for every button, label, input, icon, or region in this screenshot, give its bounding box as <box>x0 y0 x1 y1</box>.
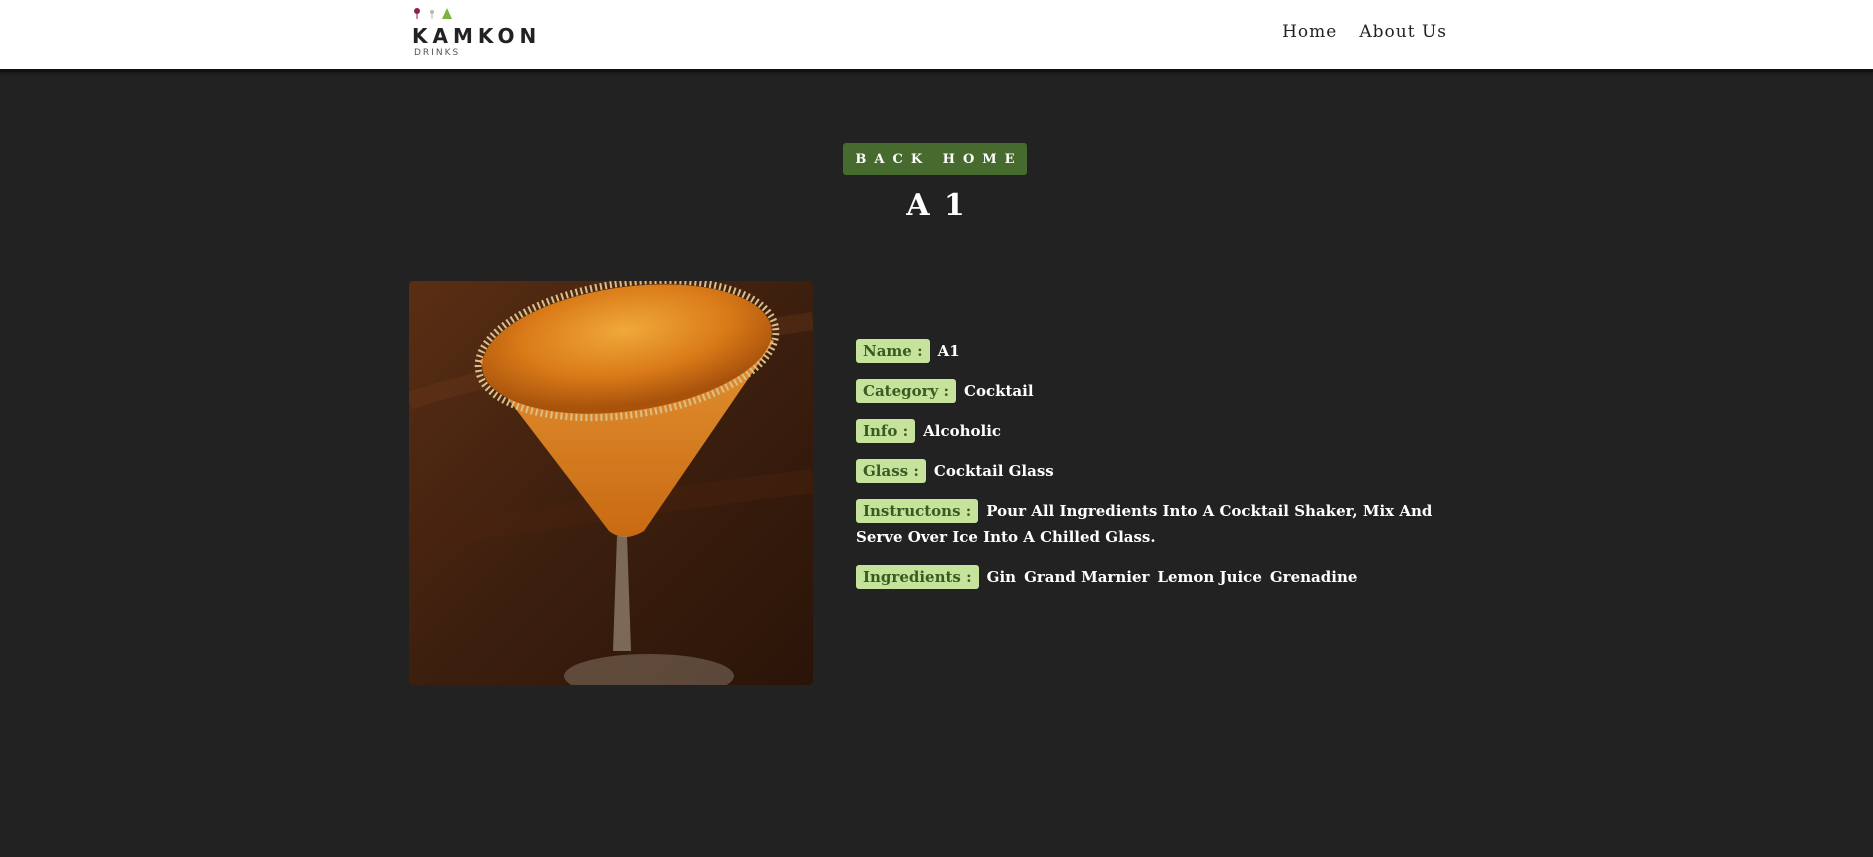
nav-home-link[interactable]: Home <box>1282 22 1337 42</box>
detail-row-glass: Glass : Cocktail Glass <box>856 458 1456 484</box>
ingredient-item: Grenadine <box>1269 568 1358 586</box>
navbar: KAMKON DRINKS Home About Us <box>0 0 1873 72</box>
glass-tag: Glass : <box>856 459 926 483</box>
back-home-button[interactable]: BACK HOME <box>843 143 1027 175</box>
nav-about-link[interactable]: About Us <box>1359 22 1447 42</box>
detail-row-info: Info : Alcoholic <box>856 418 1456 444</box>
category-value: Cocktail <box>964 382 1034 400</box>
name-tag: Name : <box>856 339 930 363</box>
info-tag: Info : <box>856 419 916 443</box>
page-title: A 1 <box>906 188 967 223</box>
logo[interactable]: KAMKON DRINKS <box>412 6 542 62</box>
instructions-tag: Instructons : <box>856 499 979 523</box>
detail-row-instructions: Instructons : Pour All Ingredients Into A… <box>856 498 1456 550</box>
category-tag: Category : <box>856 379 957 403</box>
logo-subtitle: DRINKS <box>414 48 461 58</box>
logo-name: KAMKON <box>412 24 542 48</box>
ingredient-item: Grand Marnier <box>1024 568 1150 586</box>
drink-details: Name : A1 Category : Cocktail Info : Alcoho… <box>856 338 1456 604</box>
glass-value: Cocktail Glass <box>933 462 1054 480</box>
detail-row-category: Category : Cocktail <box>856 378 1456 404</box>
ingredient-item: Lemon Juice <box>1157 568 1262 586</box>
ingredient-item: Gin <box>986 568 1017 586</box>
info-value: Alcoholic <box>923 422 1002 440</box>
name-value: A1 <box>937 342 960 360</box>
drink-photo <box>409 281 813 685</box>
logo-drink-icons <box>414 8 452 19</box>
ingredients-tag: Ingredients : <box>856 565 979 589</box>
nav-links: Home About Us <box>1282 22 1447 42</box>
detail-row-name: Name : A1 <box>856 338 1456 364</box>
detail-row-ingredients: Ingredients : Gin Grand Marnier Lemon Juice… <box>856 564 1456 590</box>
